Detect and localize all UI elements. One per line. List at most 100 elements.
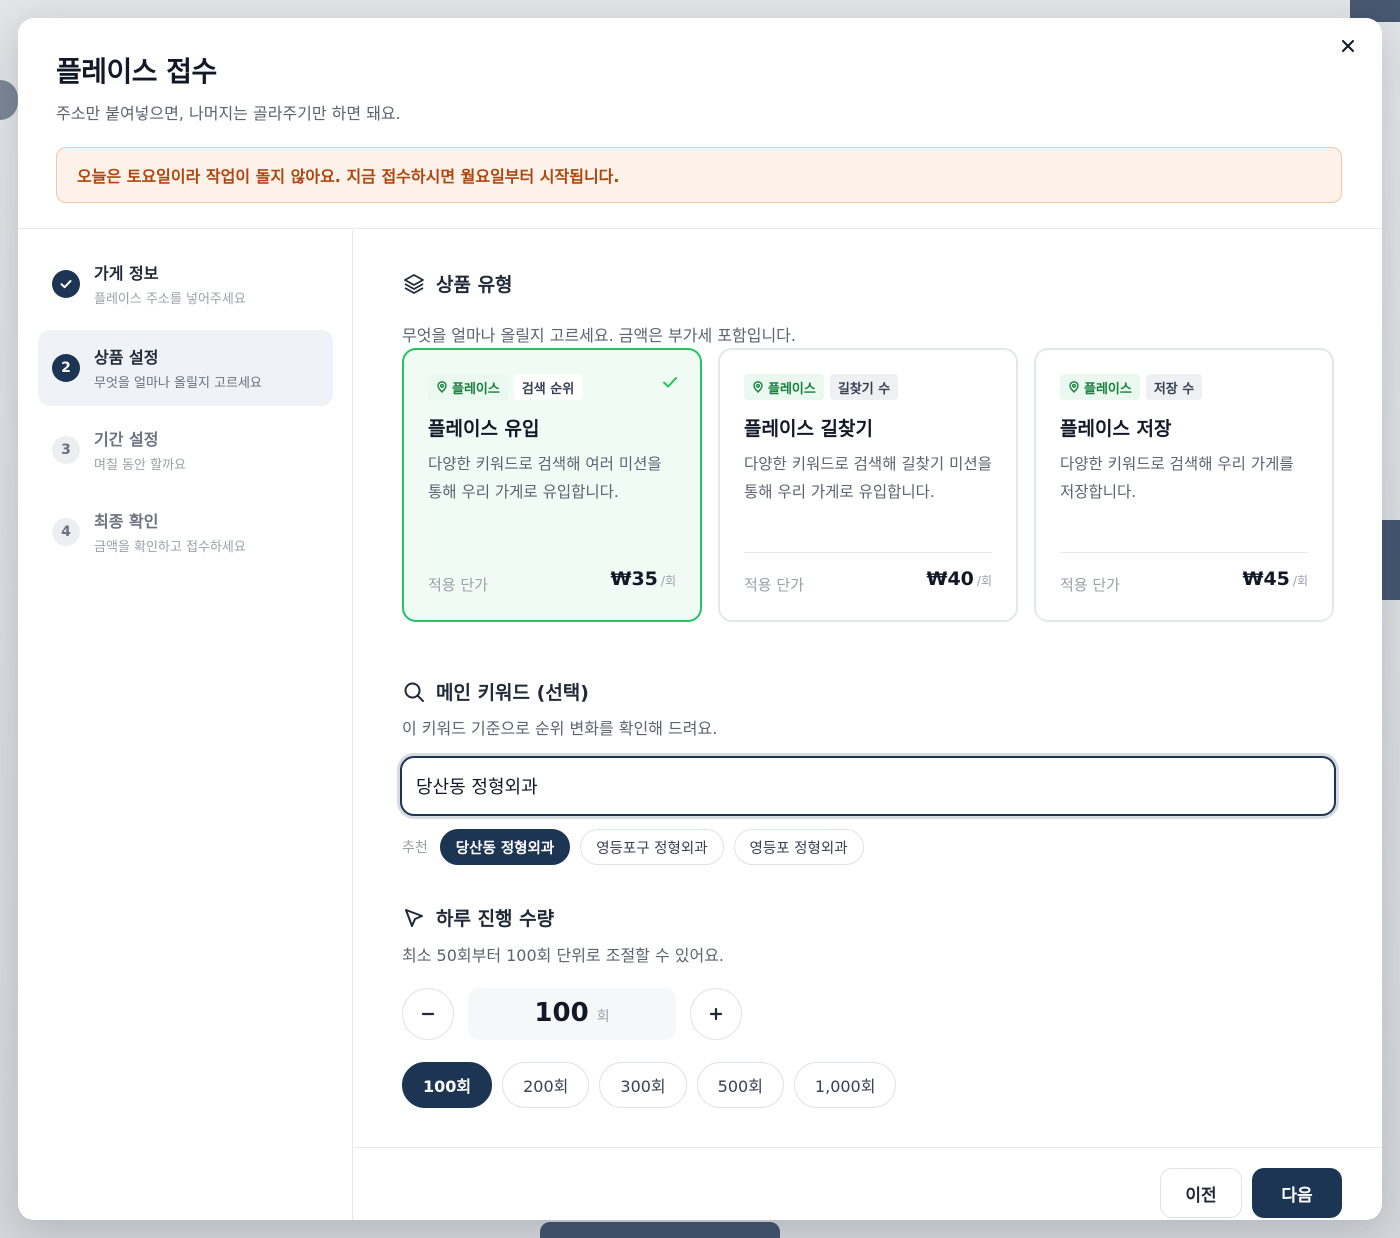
card-price: ₩45 /회 xyxy=(1243,568,1309,590)
product-card-save[interactable]: 플레이스 저장 수 플레이스 저장 다양한 키워드로 검색해 우리 가게를 저장… xyxy=(1034,348,1334,622)
card-tag-place: 플레이스 xyxy=(1060,374,1140,400)
main-keyword-input[interactable] xyxy=(400,756,1336,816)
daily-section-desc: 최소 50회부터 100회 단위로 조절할 수 있어요. xyxy=(402,946,725,965)
location-pin-icon xyxy=(437,381,447,393)
modal-subtitle: 주소만 붙여넣으면, 나머지는 골라주기만 하면 돼요. xyxy=(56,104,401,123)
check-icon xyxy=(663,377,677,388)
product-card-inflow[interactable]: 플레이스 검색 순위 플레이스 유입 다양한 키워드로 검색해 여러 미션을 통… xyxy=(402,348,702,622)
price-amount: ₩35 xyxy=(610,568,658,590)
step-title: 상품 설정 xyxy=(94,348,159,367)
tag-text: 플레이스 xyxy=(1084,381,1132,397)
recommend-chip[interactable]: 영등포구 정형외과 xyxy=(580,829,724,865)
price-label: 적용 단가 xyxy=(744,576,804,594)
increase-button[interactable] xyxy=(690,988,742,1040)
modal-title: 플레이스 접수 xyxy=(56,55,217,88)
quantity-preset-chip[interactable]: 1,000회 xyxy=(793,1062,897,1108)
step-item-store-info[interactable]: 가게 정보 플레이스 주소를 넣어주세요 xyxy=(38,246,333,322)
price-label: 적용 단가 xyxy=(1060,576,1120,594)
section-title-text: 상품 유형 xyxy=(436,274,513,296)
step-number-badge: 2 xyxy=(52,354,80,382)
price-unit: /회 xyxy=(1292,574,1308,588)
card-divider xyxy=(1060,552,1308,553)
quantity-value: 100 xyxy=(534,998,589,1028)
step-content: 상품 유형 무엇을 얼마나 올릴지 고르세요. 금액은 부가세 포함입니다. 플… xyxy=(354,230,1382,1220)
card-tags: 플레이스 검색 순위 xyxy=(428,374,583,400)
quantity-preset-chip[interactable]: 200회 xyxy=(502,1062,590,1108)
backdrop-shape xyxy=(540,1222,780,1238)
card-desc: 다양한 키워드로 검색해 길찾기 미션을 통해 우리 가게로 유입합니다. xyxy=(744,455,992,501)
keyword-recommendations: 추천 당산동 정형외과 영등포구 정형외과 영등포 정형외과 xyxy=(402,829,864,865)
price-label: 적용 단가 xyxy=(428,576,488,594)
price-amount: ₩45 xyxy=(1242,568,1290,590)
step-title: 최종 확인 xyxy=(94,512,159,531)
check-icon xyxy=(60,280,72,289)
section-title-text: 하루 진행 수량 xyxy=(436,908,555,930)
minus-icon xyxy=(421,1012,435,1016)
selected-check xyxy=(660,372,680,396)
step-desc: 금액을 확인하고 접수하세요 xyxy=(94,540,246,555)
step-sidebar: 가게 정보 플레이스 주소를 넣어주세요 2 상품 설정 무엇을 얼마나 올릴지… xyxy=(18,230,353,1220)
tag-text: 플레이스 xyxy=(768,381,816,397)
quantity-unit: 회 xyxy=(596,1009,610,1025)
card-title: 플레이스 저장 xyxy=(1060,418,1172,440)
keyword-section-desc: 이 키워드 기준으로 순위 변화를 확인해 드려요. xyxy=(402,719,718,738)
recommend-chip[interactable]: 영등포 정형외과 xyxy=(733,829,864,865)
step-item-product[interactable]: 2 상품 설정 무엇을 얼마나 올릴지 고르세요 xyxy=(38,330,333,406)
step-desc: 플레이스 주소를 넣어주세요 xyxy=(94,292,246,307)
step-title: 기간 설정 xyxy=(94,430,159,449)
step-number-badge: 3 xyxy=(52,436,80,464)
place-order-modal: 플레이스 접수 주소만 붙여넣으면, 나머지는 골라주기만 하면 돼요. 오늘은… xyxy=(18,18,1382,1220)
product-section-title: 상품 유형 xyxy=(402,270,513,297)
decrease-button[interactable] xyxy=(402,988,454,1040)
modal-header: 플레이스 접수 주소만 붙여넣으면, 나머지는 골라주기만 하면 돼요. 오늘은… xyxy=(18,18,1382,229)
card-desc: 다양한 키워드로 검색해 우리 가게를 저장합니다. xyxy=(1060,455,1294,501)
modal-footer: 이전 다음 xyxy=(354,1147,1382,1220)
next-button[interactable]: 다음 xyxy=(1252,1168,1342,1218)
plus-icon xyxy=(709,1007,723,1021)
recommend-label: 추천 xyxy=(402,840,428,856)
step-title: 가게 정보 xyxy=(94,264,159,283)
quantity-preset-chip[interactable]: 300회 xyxy=(599,1062,687,1108)
step-item-period[interactable]: 3 기간 설정 며칠 동안 할까요 xyxy=(38,412,333,488)
tag-text: 플레이스 xyxy=(452,381,500,397)
card-tag-place: 플레이스 xyxy=(744,374,824,400)
section-title-text: 메인 키워드 (선택) xyxy=(436,682,589,704)
daily-section-title: 하루 진행 수량 xyxy=(402,904,554,931)
cursor-arrow-icon xyxy=(405,908,423,927)
card-title: 플레이스 길찾기 xyxy=(744,418,873,440)
step-number-badge: 4 xyxy=(52,518,80,546)
step-item-confirm[interactable]: 4 최종 확인 금액을 확인하고 접수하세요 xyxy=(38,494,333,570)
backdrop-shape xyxy=(0,80,18,120)
prev-button[interactable]: 이전 xyxy=(1160,1168,1242,1218)
card-desc: 다양한 키워드로 검색해 여러 미션을 통해 우리 가게로 유입합니다. xyxy=(428,455,662,501)
quantity-presets: 100회 200회 300회 500회 1,000회 xyxy=(402,1062,897,1108)
card-title: 플레이스 유입 xyxy=(428,418,540,440)
card-tags: 플레이스 저장 수 xyxy=(1060,374,1203,400)
quantity-preset-chip[interactable]: 500회 xyxy=(696,1062,784,1108)
card-price: ₩40 /회 xyxy=(927,568,993,590)
product-card-directions[interactable]: 플레이스 길찾기 수 플레이스 길찾기 다양한 키워드로 검색해 길찾기 미션을… xyxy=(718,348,1018,622)
price-unit: /회 xyxy=(660,574,676,588)
card-tag-metric: 저장 수 xyxy=(1145,374,1203,400)
price-amount: ₩40 xyxy=(926,568,974,590)
weekend-notice: 오늘은 토요일이라 작업이 돌지 않아요. 지금 접수하시면 월요일부터 시작됩… xyxy=(56,147,1342,203)
backdrop-shape xyxy=(1380,520,1400,600)
keyword-section-title: 메인 키워드 (선택) xyxy=(402,678,589,705)
step-desc: 며칠 동안 할까요 xyxy=(94,458,186,473)
recommend-chip[interactable]: 당산동 정형외과 xyxy=(439,829,571,865)
card-tags: 플레이스 길찾기 수 xyxy=(744,374,899,400)
layers-icon xyxy=(404,273,424,294)
product-section-desc: 무엇을 얼마나 올릴지 고르세요. 금액은 부가세 포함입니다. xyxy=(402,326,796,345)
quantity-stepper: 100 회 xyxy=(402,988,742,1040)
close-button[interactable] xyxy=(1334,32,1362,60)
card-tag-place: 플레이스 xyxy=(428,374,508,400)
quantity-preset-chip[interactable]: 100회 xyxy=(402,1062,493,1108)
quantity-display: 100 회 xyxy=(468,988,676,1040)
close-icon xyxy=(1342,40,1354,52)
step-desc: 무엇을 얼마나 올릴지 고르세요 xyxy=(94,376,262,391)
card-tag-metric: 검색 순위 xyxy=(513,374,583,400)
notice-text: 오늘은 토요일이라 작업이 돌지 않아요. 지금 접수하시면 월요일부터 시작됩… xyxy=(77,167,620,186)
price-unit: /회 xyxy=(976,574,992,588)
card-divider xyxy=(744,552,992,553)
location-pin-icon xyxy=(753,381,763,393)
